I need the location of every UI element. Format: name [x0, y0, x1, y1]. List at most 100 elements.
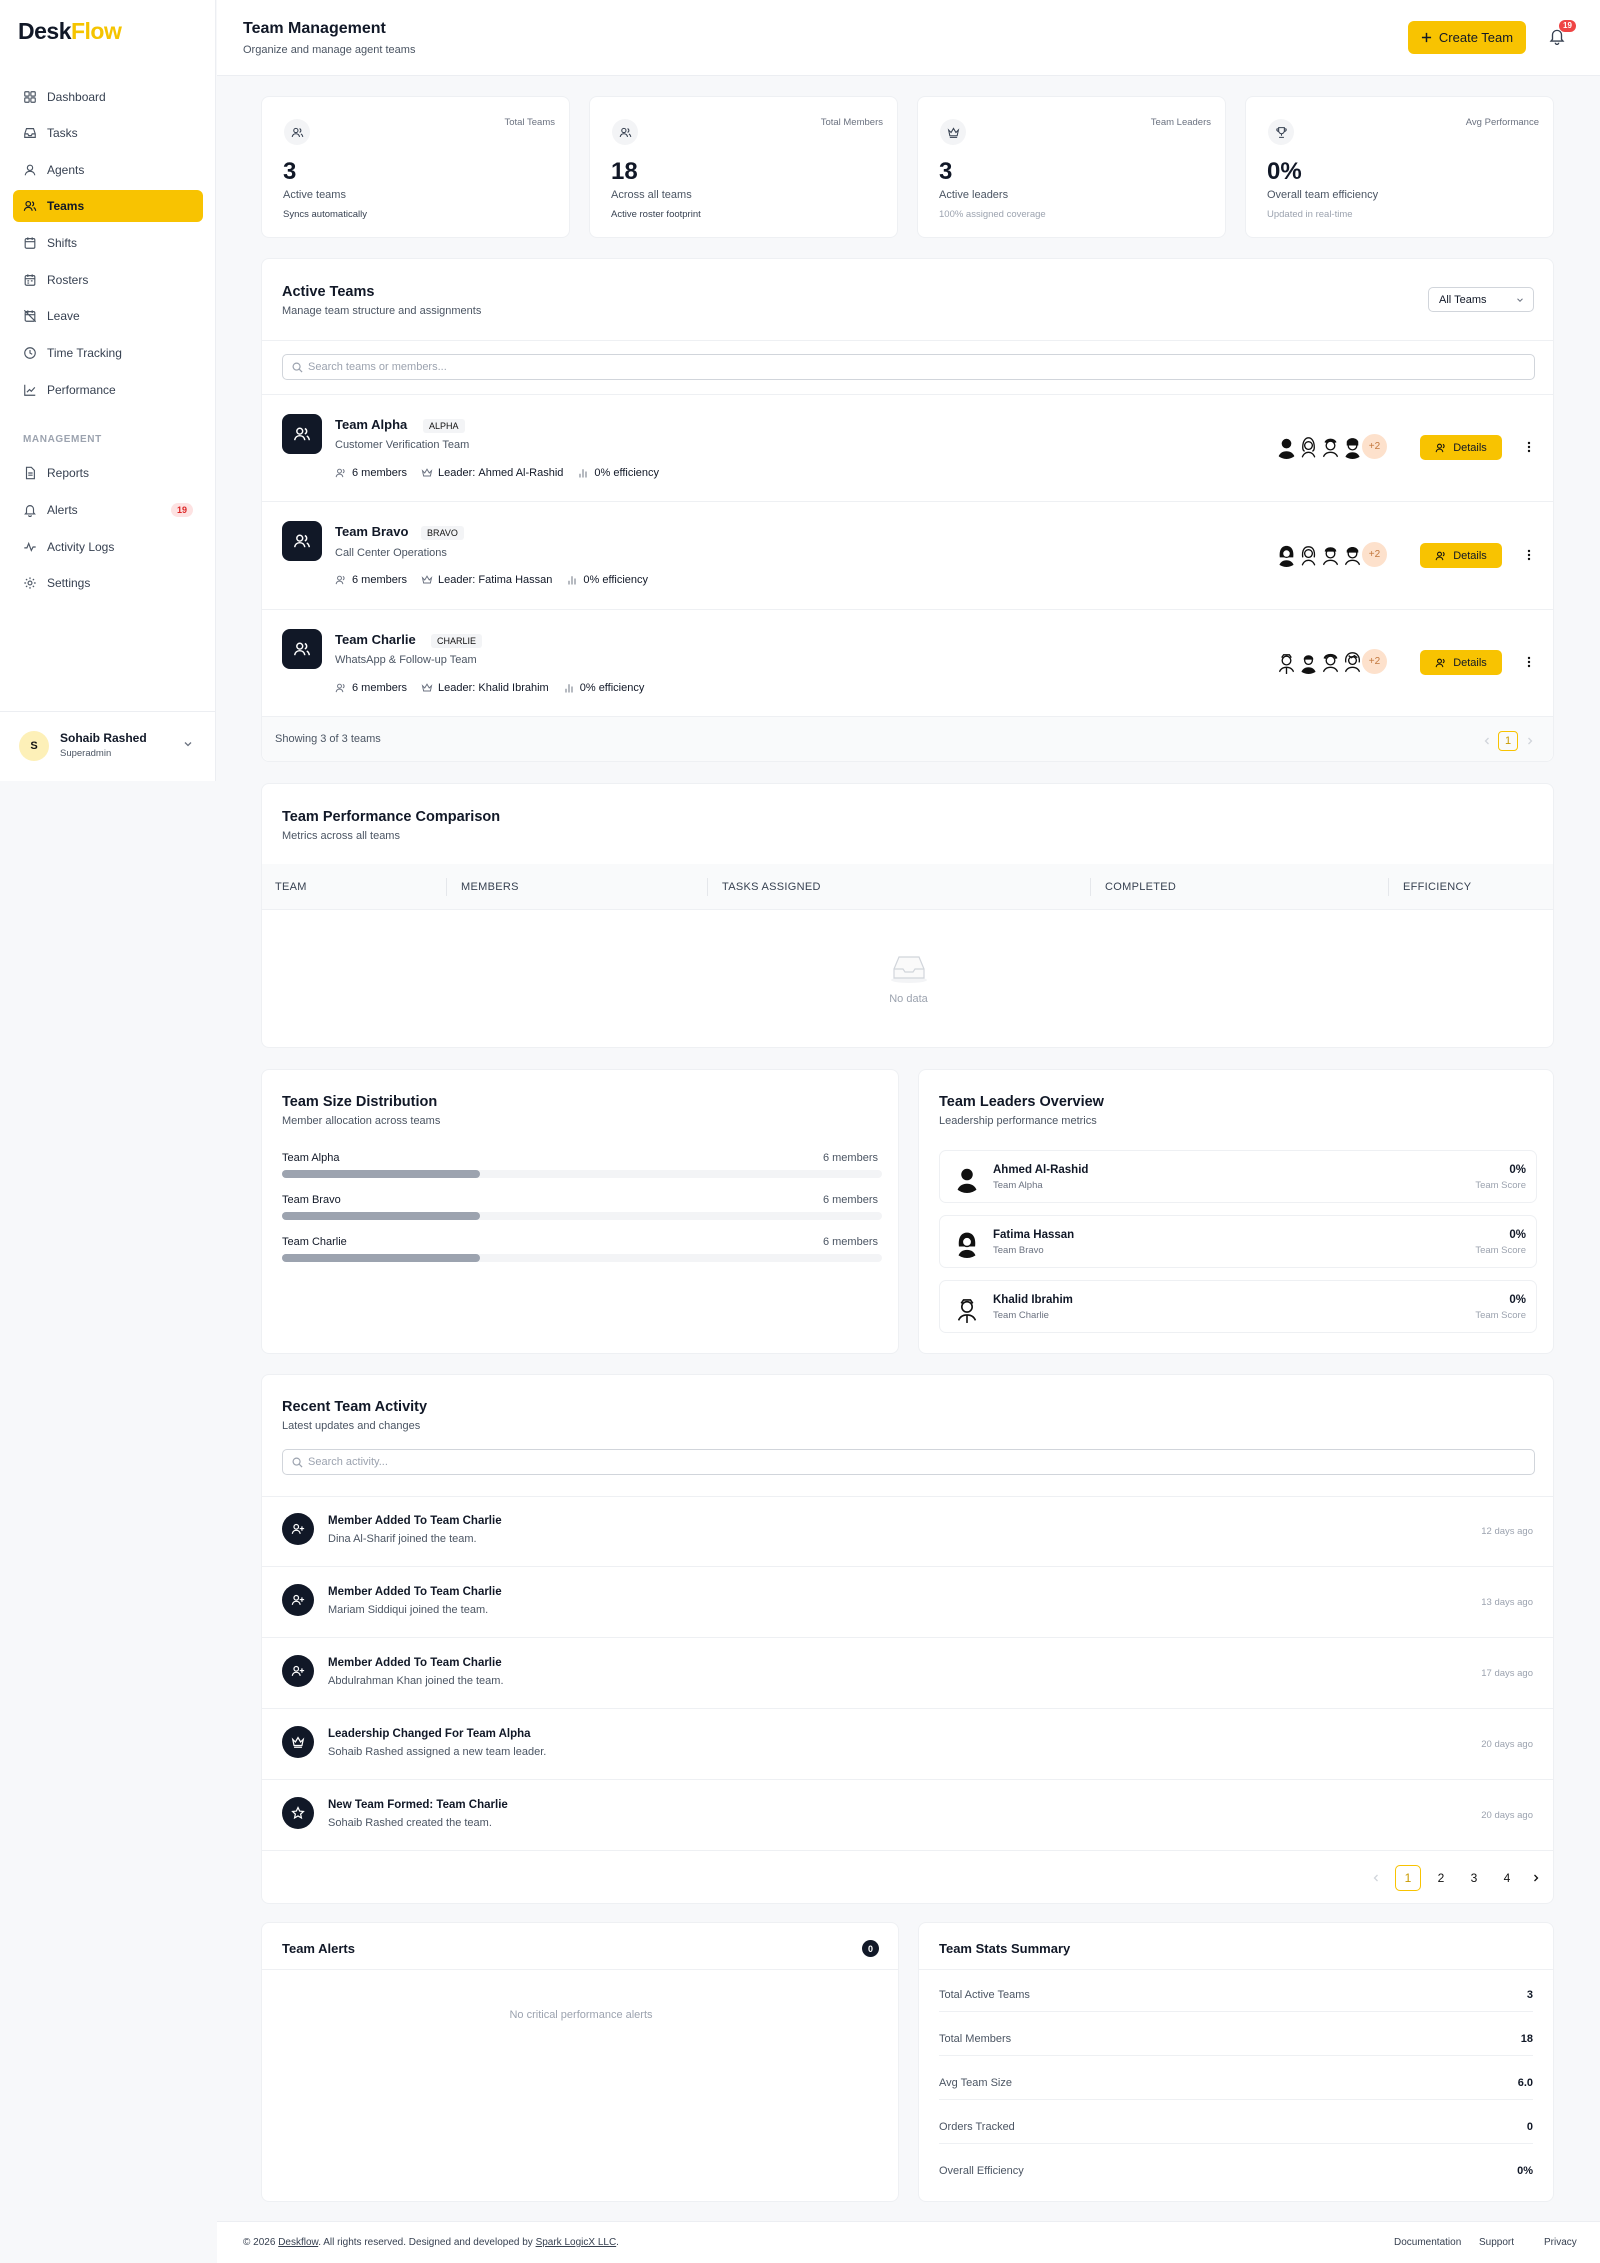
pagination-page-4[interactable]: 4 [1494, 1865, 1520, 1891]
summary-label: Avg Team Size [939, 2077, 1012, 2089]
chevron-right-icon[interactable] [1524, 735, 1536, 747]
team-name[interactable]: Team Bravo [335, 524, 408, 539]
footer-link-privacy[interactable]: Privacy [1544, 2237, 1577, 2248]
pagination-page-1[interactable]: 1 [1395, 1865, 1421, 1891]
column-header-members[interactable]: MEMBERS [461, 864, 519, 910]
sidebar-item-leave[interactable]: Leave [13, 300, 203, 332]
brand-logo[interactable]: Desk Flow [18, 18, 122, 45]
stat-label: Total Teams [504, 117, 555, 128]
team-name[interactable]: Team Alpha [335, 417, 407, 432]
sidebar-item-time-tracking[interactable]: Time Tracking [13, 337, 203, 369]
more-vertical-icon[interactable] [1522, 655, 1536, 669]
activity-time: 20 days ago [1481, 1810, 1533, 1821]
divider [939, 2011, 1533, 2012]
sidebar-item-activity-logs[interactable]: Activity Logs [13, 531, 203, 563]
section-subtitle: Latest updates and changes [282, 1420, 421, 1432]
user-menu[interactable]: S Sohaib Rashed Superadmin [0, 711, 216, 781]
team-details-button[interactable]: Details [1420, 543, 1502, 568]
more-members-badge[interactable]: +2 [1360, 432, 1389, 461]
chevron-left-icon[interactable] [1481, 735, 1493, 747]
chevron-right-icon[interactable] [1530, 1872, 1542, 1884]
divider [919, 1969, 1553, 1970]
users-icon [1435, 551, 1445, 560]
team-member-count: 6 members [352, 682, 408, 694]
member-avatar-group[interactable]: +2 [1272, 647, 1389, 676]
sidebar-item-rosters[interactable]: Rosters [13, 264, 203, 296]
distribution-team-value: 6 members [822, 1152, 878, 1164]
footer-brand-link[interactable]: Deskflow [278, 2237, 318, 2248]
sidebar-item-dashboard[interactable]: Dashboard [13, 81, 203, 113]
column-header-completed[interactable]: COMPLETED [1105, 864, 1176, 910]
footer-link-documentation[interactable]: Documentation [1394, 2237, 1461, 2248]
leader-card[interactable]: Fatima Hassan Team Bravo 0% Team Score [939, 1215, 1537, 1268]
member-avatar-group[interactable]: +2 [1272, 540, 1389, 569]
footer-link-support[interactable]: Support [1479, 2237, 1514, 2248]
activity-description: Sohaib Rashed created the team. [328, 1817, 492, 1829]
page-footer: © 2026 Deskflow. All rights reserved. De… [217, 2221, 1600, 2263]
section-title: Team Alerts [282, 1941, 355, 1956]
alerts-count-badge: 0 [862, 1940, 879, 1957]
divider [262, 1496, 1553, 1497]
stat-note: Active roster footprint [611, 209, 701, 220]
team-details-button[interactable]: Details [1420, 435, 1502, 460]
team-search-input[interactable]: Search teams or members... [282, 354, 1535, 380]
distribution-team-label: Team Bravo [282, 1194, 341, 1206]
sidebar-item-label: Reports [47, 466, 90, 480]
column-header-tasks-assigned[interactable]: TASKS ASSIGNED [722, 864, 821, 910]
sidebar-item-settings[interactable]: Settings [13, 567, 203, 599]
sidebar-item-teams[interactable]: Teams [13, 190, 203, 222]
stat-note: Syncs automatically [283, 209, 367, 220]
user-plus-icon [282, 1584, 314, 1616]
users-icon [335, 683, 345, 693]
sidebar-item-agents[interactable]: Agents [13, 154, 203, 186]
pagination-current-page[interactable]: 1 [1498, 731, 1518, 751]
more-members-badge[interactable]: +2 [1360, 540, 1389, 569]
create-team-button[interactable]: Create Team [1408, 21, 1526, 54]
page-title: Team Management [243, 20, 386, 37]
stat-card-avg-performance: Avg Performance 0% Overall team efficien… [1245, 96, 1554, 238]
sidebar-item-reports[interactable]: Reports [13, 457, 203, 489]
pagination-page-3[interactable]: 3 [1461, 1865, 1487, 1891]
divider [939, 2099, 1533, 2100]
avatar: S [19, 731, 49, 761]
chevron-left-icon[interactable] [1370, 1872, 1382, 1884]
empty-state-text: No critical performance alerts [509, 2009, 653, 2021]
sidebar-item-tasks[interactable]: Tasks [13, 117, 203, 149]
sidebar-item-performance[interactable]: Performance [13, 374, 203, 406]
column-header-team[interactable]: TEAM [275, 864, 307, 910]
leader-card[interactable]: Ahmed Al-Rashid Team Alpha 0% Team Score [939, 1150, 1537, 1203]
bar-chart-icon [579, 469, 587, 478]
leader-name: Ahmed Al-Rashid [993, 1164, 1089, 1176]
column-header-efficiency[interactable]: EFFICIENCY [1403, 864, 1471, 910]
activity-description: Abdulrahman Khan joined the team. [328, 1675, 504, 1687]
pagination-page-2[interactable]: 2 [1428, 1865, 1454, 1891]
search-icon [292, 1457, 303, 1468]
member-avatar-group[interactable]: +2 [1272, 432, 1389, 461]
sidebar-item-shifts[interactable]: Shifts [13, 227, 203, 259]
team-details-button[interactable]: Details [1420, 650, 1502, 675]
activity-time: 12 days ago [1481, 1526, 1533, 1537]
user-role: Superadmin [60, 748, 112, 759]
crown-icon [282, 1726, 314, 1758]
section-title: Team Performance Comparison [282, 809, 501, 825]
more-vertical-icon[interactable] [1522, 440, 1536, 454]
team-filter-select[interactable]: All Teams [1428, 287, 1534, 312]
table-header: TEAM MEMBERS TASKS ASSIGNED COMPLETED EF… [262, 864, 1553, 910]
chevron-down-icon[interactable] [182, 738, 194, 750]
leader-card[interactable]: Khalid Ibrahim Team Charlie 0% Team Scor… [939, 1280, 1537, 1333]
sidebar-item-alerts[interactable]: Alerts 19 [13, 494, 203, 526]
footer-developer-link[interactable]: Spark LogicX LLC [536, 2237, 617, 2248]
activity-search-input[interactable]: Search activity... [282, 1449, 1535, 1475]
divider [262, 1779, 1553, 1780]
more-members-badge[interactable]: +2 [1360, 647, 1389, 676]
distribution-bar-track [282, 1212, 882, 1220]
more-vertical-icon[interactable] [1522, 548, 1536, 562]
users-icon [335, 468, 345, 478]
stat-card-total-members: Total Members 18 Across all teams Active… [589, 96, 898, 238]
stat-value: 0% [1267, 158, 1302, 185]
team-name[interactable]: Team Charlie [335, 632, 416, 647]
section-title: Active Teams [282, 284, 375, 300]
sidebar-item-label: Shifts [47, 236, 78, 250]
distribution-bar-fill [282, 1170, 480, 1178]
sidebar: Desk Flow Dashboard Tasks Agents Teams Sh… [0, 0, 216, 781]
